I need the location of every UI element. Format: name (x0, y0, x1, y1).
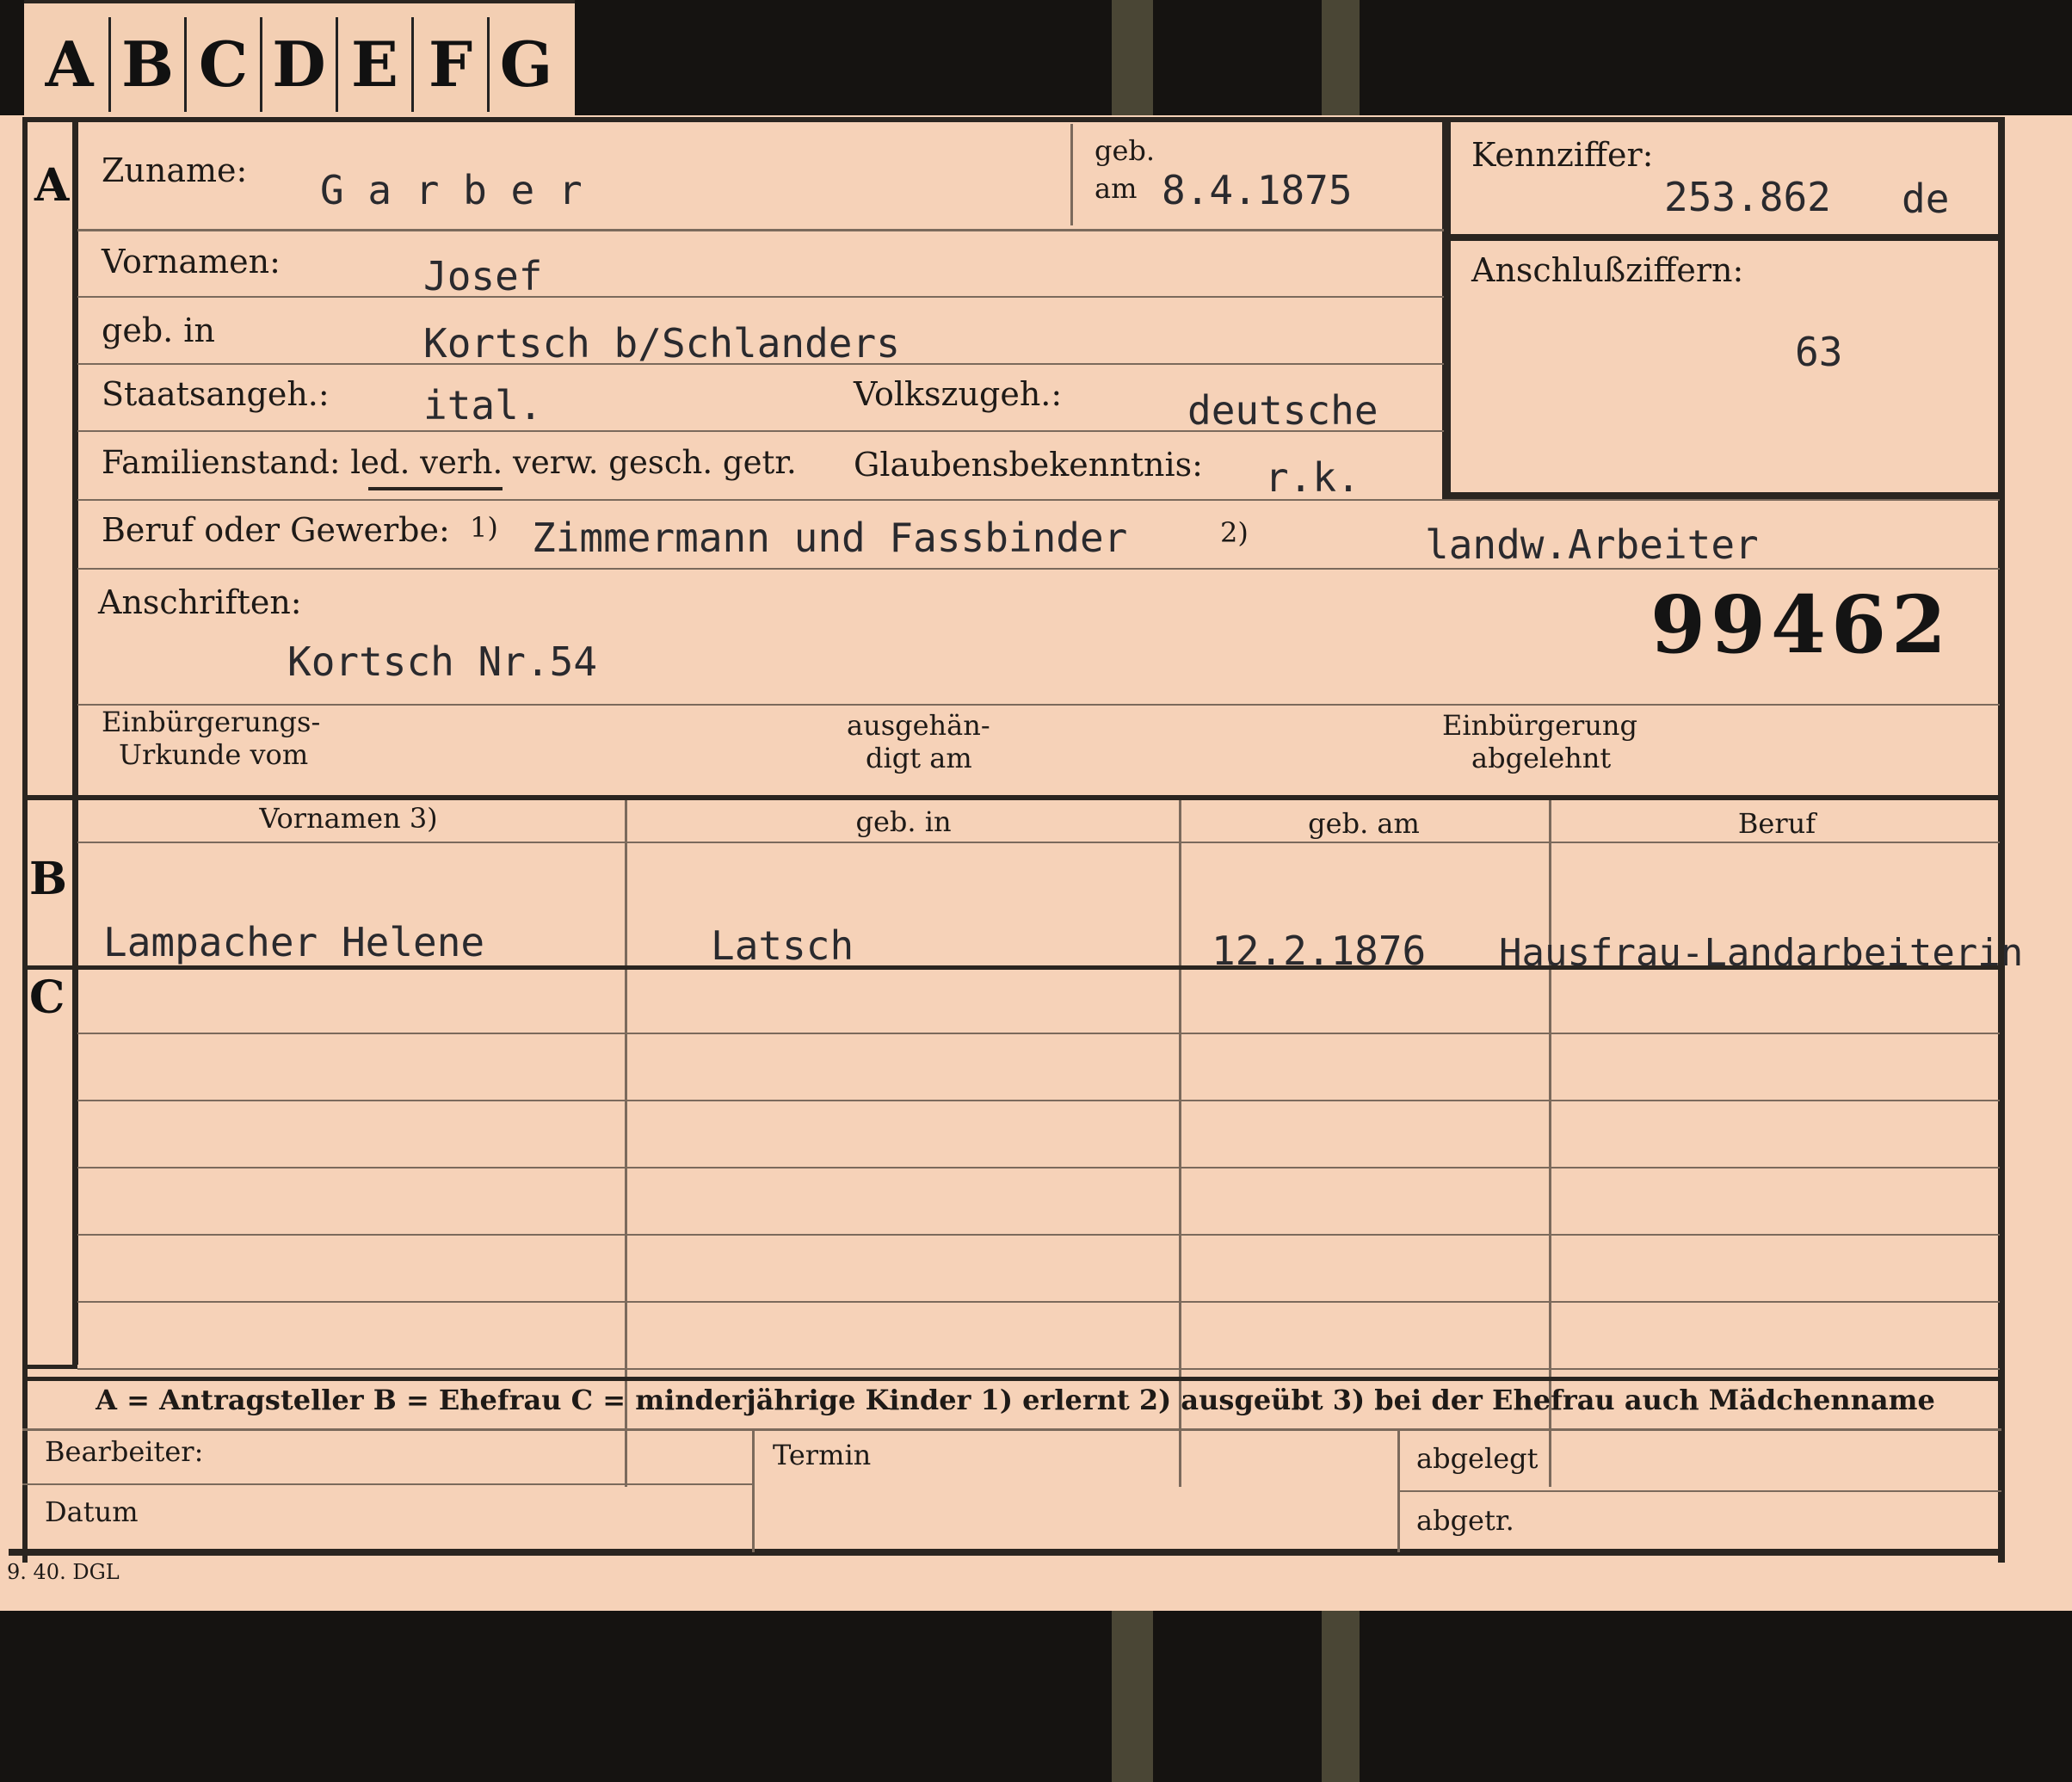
termin-label: Termin (773, 1439, 872, 1471)
table-row-1-vornamen: Lampacher Helene (103, 919, 485, 965)
table-header-vornamen: Vornamen 3) (259, 802, 438, 835)
staatsangeh-label: Staatsangeh.: (102, 375, 330, 413)
tab-b[interactable]: B (108, 17, 184, 112)
c-row-line-4 (77, 1234, 2000, 1236)
beruf-ausgeuebt-value: landw.Arbeiter (1425, 521, 1759, 568)
kennziffer-box-left (1442, 122, 1451, 499)
glaubensbekenntnis-value: r.k. (1265, 454, 1360, 501)
legend-text: A = Antragsteller B = Ehefrau C = minder… (96, 1384, 1935, 1416)
einb-urkunde-label-2: Urkunde vom (119, 738, 309, 771)
anschrift-value: Kortsch Nr.54 (287, 638, 598, 685)
bearbeiter-label: Bearbeiter: (45, 1435, 204, 1468)
row-line-5 (77, 499, 2000, 501)
print-code: 9. 40. DGL (7, 1560, 120, 1584)
beruf-note-1: 1) (470, 511, 498, 544)
row-line-6 (77, 568, 2000, 570)
frame-bottom (9, 1549, 2005, 1556)
section-divider-vertical (72, 117, 78, 1365)
section-a-marker: A (34, 159, 70, 212)
footer-row-line-left (22, 1483, 754, 1485)
kennziffer-value: 253.862 (1664, 174, 1831, 220)
table-header-line (77, 842, 2000, 843)
frame-top (26, 117, 2005, 122)
index-tabs: A B C D E F G (24, 0, 575, 119)
volkszugeh-value: deutsche (1187, 387, 1378, 434)
tab-c[interactable]: C (184, 17, 260, 112)
glaubensbekenntnis-label: Glaubensbekenntnis: (854, 446, 1203, 484)
zuname-label: Zuname: (102, 151, 248, 189)
kennziffer-box-mid (1449, 234, 2000, 241)
table-bottom (26, 1365, 77, 1369)
frame-left (22, 117, 28, 1563)
ausgehaendigt-label-1: ausgehän- (847, 709, 990, 742)
ausgehaendigt-label-2: digt am (866, 742, 972, 774)
row-line-2 (77, 296, 1444, 298)
c-row-line-3 (77, 1167, 2000, 1168)
registration-card: A Zuname: G a r b e r geb. am 8.4.1875 K… (0, 115, 2072, 1611)
row-line-7 (77, 704, 2000, 706)
geb-divider (1070, 124, 1073, 225)
section-b-top (26, 795, 2001, 800)
tab-e[interactable]: E (336, 17, 411, 112)
tab-a[interactable]: A (33, 17, 106, 112)
geb-in-label: geb. in (102, 311, 215, 349)
footer-col-line-1 (752, 1430, 755, 1552)
tab-f[interactable]: F (411, 17, 487, 112)
tab-d[interactable]: D (260, 17, 336, 112)
legend-top (22, 1377, 2001, 1381)
table-header-geb-in: geb. in (855, 805, 952, 838)
familienstand-label: Familienstand: led. verh. verw. gesch. g… (102, 444, 797, 481)
geb-in-value: Kortsch b/Schlanders (423, 320, 900, 367)
c-row-line-6 (77, 1368, 2000, 1370)
abgetr-label: abgetr. (1416, 1504, 1514, 1537)
zuname-value: G a r b e r (320, 167, 583, 213)
anschriften-label: Anschriften: (98, 583, 302, 621)
row-line-1 (77, 229, 1444, 231)
c-row-line-1 (77, 1033, 2000, 1034)
vornamen-value: Josef (423, 253, 543, 299)
beruf-erlernt-value: Zimmermann und Fassbinder (532, 515, 1128, 561)
geb-am-value: 8.4.1875 (1162, 167, 1353, 213)
familienstand-underline (368, 487, 503, 490)
datum-label: Datum (45, 1495, 139, 1528)
table-row-1-geb-in: Latsch (711, 922, 854, 969)
frame-right (1998, 117, 2005, 1563)
einb-urkunde-label-1: Einbürgerungs- (102, 706, 321, 738)
geb-label: geb. (1095, 134, 1156, 167)
beruf-note-2: 2) (1220, 516, 1249, 549)
einb-abgelehnt-label-2: abgelehnt (1471, 742, 1612, 774)
anschlussziffern-value: 63 (1795, 329, 1843, 375)
vornamen-label: Vornamen: (102, 243, 281, 281)
am-label: am (1095, 172, 1138, 205)
stamp-number: 99462 (1650, 578, 1952, 671)
staatsangeh-value: ital. (423, 382, 543, 429)
tab-g[interactable]: G (487, 17, 563, 112)
c-row-line-2 (77, 1100, 2000, 1101)
volkszugeh-label: Volkszugeh.: (854, 375, 1063, 413)
einb-abgelehnt-label-1: Einbürgerung (1442, 709, 1638, 742)
abgelegt-label: abgelegt (1416, 1442, 1539, 1475)
legend-bottom (22, 1428, 2001, 1431)
footer-row-line-right (1397, 1490, 2001, 1492)
beruf-label: Beruf oder Gewerbe: (102, 511, 450, 549)
table-header-geb-am: geb. am (1308, 807, 1420, 840)
section-c-marker: C (29, 971, 65, 1024)
c-row-line-5 (77, 1301, 2000, 1303)
anschlussziffern-label: Anschlußziffern: (1471, 251, 1744, 289)
section-b-marker: B (29, 853, 67, 905)
section-c-top (26, 965, 2001, 970)
kennziffer-suffix: de (1902, 176, 1950, 222)
table-header-beruf: Beruf (1737, 807, 1816, 840)
kennziffer-label: Kennziffer: (1471, 136, 1654, 174)
